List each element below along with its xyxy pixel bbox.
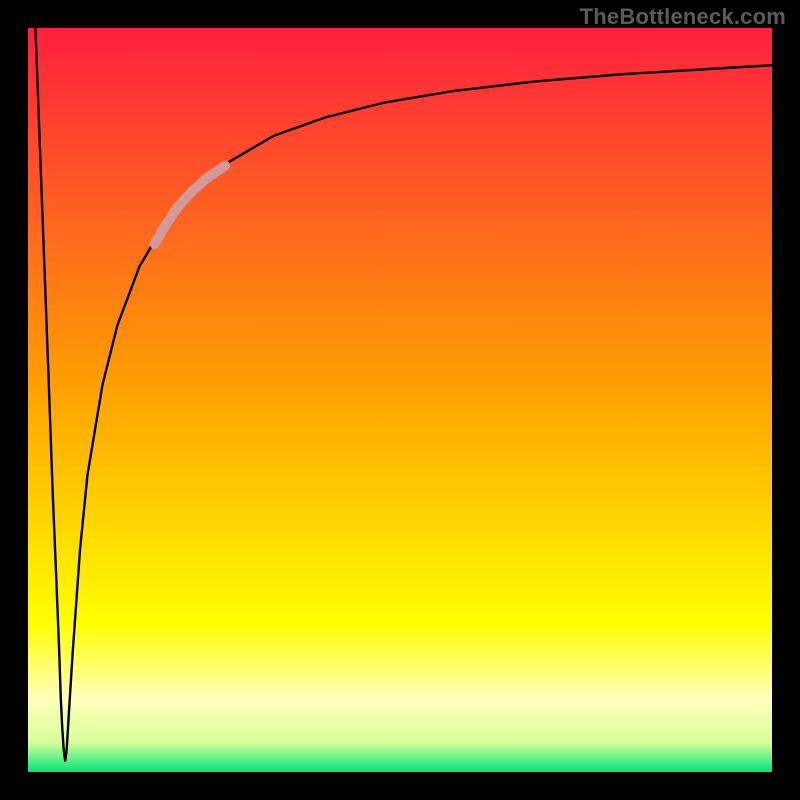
chart-container: TheBottleneck.com — [0, 0, 800, 800]
chart-svg — [28, 28, 772, 772]
attribution-label: TheBottleneck.com — [580, 4, 786, 30]
gradient-background — [28, 28, 772, 772]
plot-area — [28, 28, 772, 772]
